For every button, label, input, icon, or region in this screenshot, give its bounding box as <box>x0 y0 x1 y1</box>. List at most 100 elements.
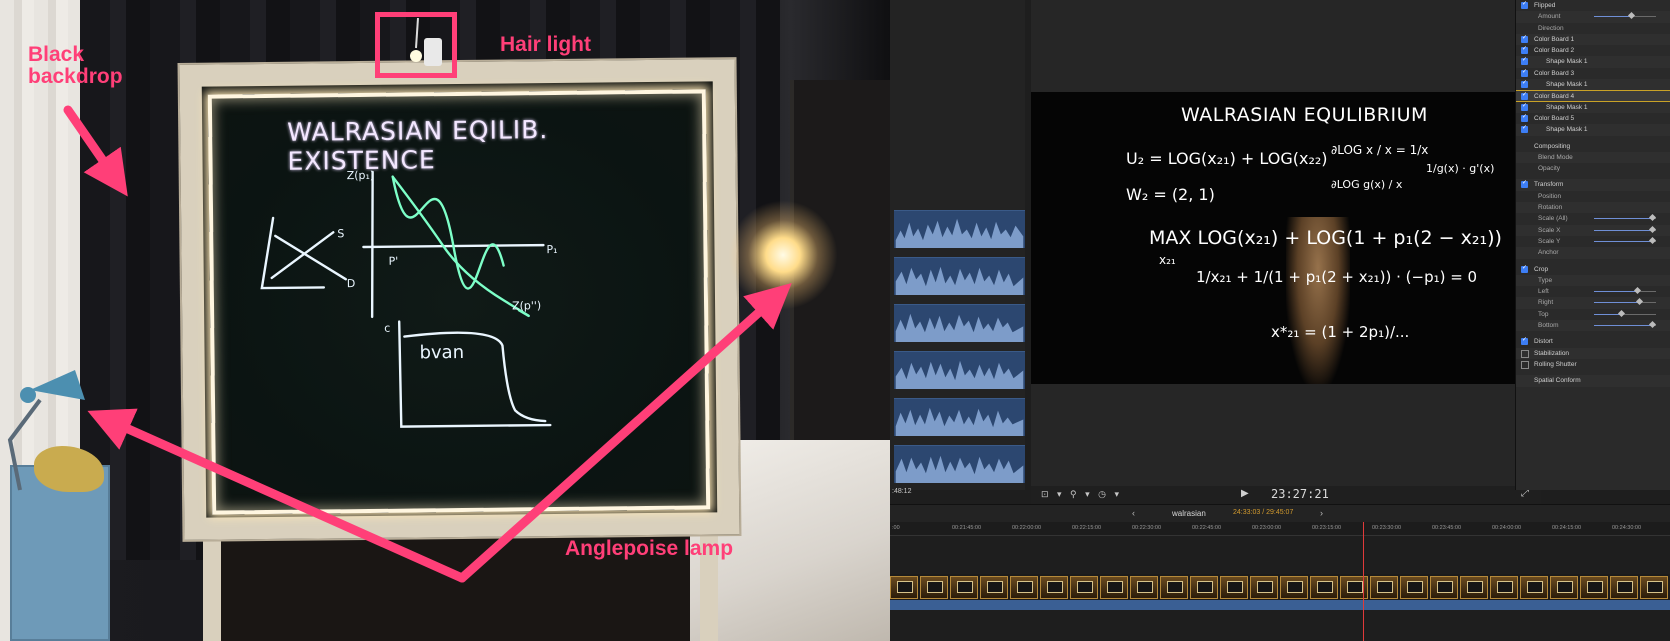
ruler-tick-label: 00:24:00:00 <box>1492 525 1522 531</box>
inspector-row-rotation[interactable]: Rotation <box>1516 202 1670 214</box>
clip-filmstrip-frame[interactable] <box>1550 576 1578 599</box>
clip-filmstrip-frame[interactable] <box>1310 576 1338 599</box>
inspector-row-amount[interactable]: Amount <box>1516 11 1670 23</box>
audio-clip-thumbnail[interactable] <box>894 445 1025 483</box>
inspector-row-label: Color Board 5 <box>1534 114 1575 122</box>
slider-knob[interactable] <box>1649 225 1657 233</box>
clip-filmstrip-frame[interactable] <box>1400 576 1428 599</box>
audio-clip-thumbnail[interactable] <box>894 210 1025 248</box>
clip-filmstrip-frame[interactable] <box>1520 576 1548 599</box>
clip-filmstrip-frame[interactable] <box>1460 576 1488 599</box>
ruler-tick-label: :00 <box>892 525 900 531</box>
inspector-row-color-board-5[interactable]: Color Board 5 <box>1516 112 1670 124</box>
inspector-row-anchor[interactable]: Anchor <box>1516 247 1670 259</box>
slider[interactable] <box>1594 287 1656 295</box>
back-icon[interactable]: ‹ <box>1132 508 1135 518</box>
clip-filmstrip-frame[interactable] <box>1580 576 1608 599</box>
clip-filmstrip-frame[interactable] <box>1490 576 1518 599</box>
slider[interactable] <box>1594 225 1657 233</box>
clip-filmstrip-frame[interactable] <box>920 576 948 599</box>
clip-filmstrip-frame[interactable] <box>1010 576 1038 599</box>
clip-filmstrip-frame[interactable] <box>1610 576 1638 599</box>
slider[interactable] <box>1594 320 1657 329</box>
slider[interactable] <box>1594 12 1656 20</box>
viewer-tools-menu[interactable]: ⊡ ▾ ⚲ ▾ ◷ ▾ <box>1041 489 1122 500</box>
inspector-row-shape-mask-1[interactable]: Shape Mask 1 <box>1516 78 1670 91</box>
clip-filmstrip-frame[interactable] <box>1250 576 1278 599</box>
clip-filmstrip-frame[interactable] <box>1130 576 1158 599</box>
inspector-row-label: Shape Mask 1 <box>1546 81 1588 89</box>
inspector-row-spatial-conform[interactable]: Spatial Conform <box>1516 375 1670 387</box>
inspector-row-label: Flipped <box>1534 2 1556 9</box>
inspector-row-flipped[interactable]: Flipped <box>1516 0 1670 11</box>
inspector-row-label: Spatial Conform <box>1534 377 1581 385</box>
inspector-row-scale-x[interactable]: Scale X <box>1516 224 1670 236</box>
inspector-row-label: Scale (All) <box>1538 215 1568 223</box>
inspector-row-blend-mode[interactable]: Blend Mode <box>1516 151 1670 164</box>
inspector-row-type[interactable]: Type <box>1516 274 1670 287</box>
audio-clip-thumbnail[interactable] <box>894 304 1025 342</box>
timeline-ruler[interactable]: :00 00:21:45:00 00:22:00:00 00:22:15:00 00:2… <box>890 522 1670 536</box>
audio-clip-thumbnail[interactable] <box>894 398 1025 436</box>
svg-text:S: S <box>337 227 344 240</box>
clip-filmstrip-frame[interactable] <box>890 576 918 599</box>
clip-filmstrip-frame[interactable] <box>1040 576 1068 599</box>
clip-filmstrip-frame[interactable] <box>1430 576 1458 599</box>
clip-filmstrip-frame[interactable] <box>1100 576 1128 599</box>
project-name[interactable]: walrasian <box>1172 509 1206 518</box>
clip-filmstrip-frame[interactable] <box>980 576 1008 599</box>
inspector-row-shape-mask-1[interactable]: Shape Mask 1 <box>1516 55 1670 68</box>
inspector-row-left[interactable]: Left <box>1516 286 1670 297</box>
inspector-row-color-board-4[interactable]: Color Board 4 <box>1516 90 1670 102</box>
slider-knob[interactable] <box>1649 320 1657 329</box>
inspector-row-stabilization[interactable]: Stabilization <box>1516 347 1670 359</box>
clip-filmstrip-frame[interactable] <box>1190 576 1218 599</box>
clip-filmstrip-frame[interactable] <box>1280 576 1308 599</box>
inspector-row-color-board-1[interactable]: Color Board 1 <box>1516 33 1670 46</box>
inspector-row-color-board-2[interactable]: Color Board 2 <box>1516 44 1670 56</box>
inspector-row-bottom[interactable]: Bottom <box>1516 320 1670 332</box>
play-icon[interactable]: ▶ <box>1241 488 1249 499</box>
inspector-row-rolling-shutter[interactable]: Rolling Shutter <box>1516 359 1670 370</box>
anglepoise-lamp-left <box>7 370 85 491</box>
inspector-row-transform[interactable]: Transform <box>1516 178 1670 191</box>
slider-knob[interactable] <box>1635 298 1643 306</box>
slider-knob[interactable] <box>1618 309 1626 317</box>
ruler-tick-label: 00:23:30:00 <box>1372 525 1402 531</box>
clip-filmstrip-frame[interactable] <box>950 576 978 599</box>
playhead[interactable] <box>1363 522 1364 641</box>
inspector-row-shape-mask-1[interactable]: Shape Mask 1 <box>1516 123 1670 136</box>
inspector-row-crop[interactable]: Crop <box>1516 263 1670 275</box>
slider[interactable] <box>1594 298 1656 306</box>
audio-clip-thumbnail[interactable] <box>894 257 1025 295</box>
inspector-row-scale-y[interactable]: Scale Y <box>1516 236 1670 247</box>
inspector-row-distort[interactable]: Distort <box>1516 335 1670 347</box>
inspector-row-shape-mask-1[interactable]: Shape Mask 1 <box>1516 101 1670 113</box>
clip-filmstrip-frame[interactable] <box>1640 576 1668 599</box>
slider[interactable] <box>1594 214 1657 222</box>
inspector-row-top[interactable]: Top <box>1516 309 1670 320</box>
ruler-tick-label: 00:22:15:00 <box>1072 525 1102 531</box>
slider-knob[interactable] <box>1649 214 1657 222</box>
slider-knob[interactable] <box>1649 236 1657 244</box>
clip-filmstrip-frame[interactable] <box>1070 576 1098 599</box>
clip-filmstrip-frame[interactable] <box>1220 576 1248 599</box>
inspector-row-color-board-3[interactable]: Color Board 3 <box>1516 67 1670 79</box>
inspector-row-position[interactable]: Position <box>1516 191 1670 202</box>
inspector-row-direction[interactable]: Direction <box>1516 23 1670 34</box>
slider[interactable] <box>1594 309 1656 317</box>
viewer-timecode: 23:27:21 <box>1271 487 1329 501</box>
clip-filmstrip-frame[interactable] <box>1370 576 1398 599</box>
inspector-row-label: Right <box>1538 299 1554 307</box>
slider-knob[interactable] <box>1628 12 1636 20</box>
clip-filmstrip-frame[interactable] <box>1160 576 1188 599</box>
inspector-row-scale-all-[interactable]: Scale (All) <box>1516 213 1670 224</box>
slider-knob[interactable] <box>1634 287 1642 295</box>
forward-icon[interactable]: › <box>1320 508 1323 518</box>
audio-clip-thumbnail[interactable] <box>894 351 1025 389</box>
inspector-row-right[interactable]: Right <box>1516 297 1670 309</box>
slider[interactable] <box>1594 236 1657 244</box>
inspector-row-opacity[interactable]: Opacity <box>1516 163 1670 174</box>
viewer-frame[interactable]: WALRASIAN EQULIBRIUM U₂ = LOG(x₂₁) + LOG… <box>1031 92 1541 384</box>
inspector-row-compositing[interactable]: Compositing <box>1516 141 1670 152</box>
